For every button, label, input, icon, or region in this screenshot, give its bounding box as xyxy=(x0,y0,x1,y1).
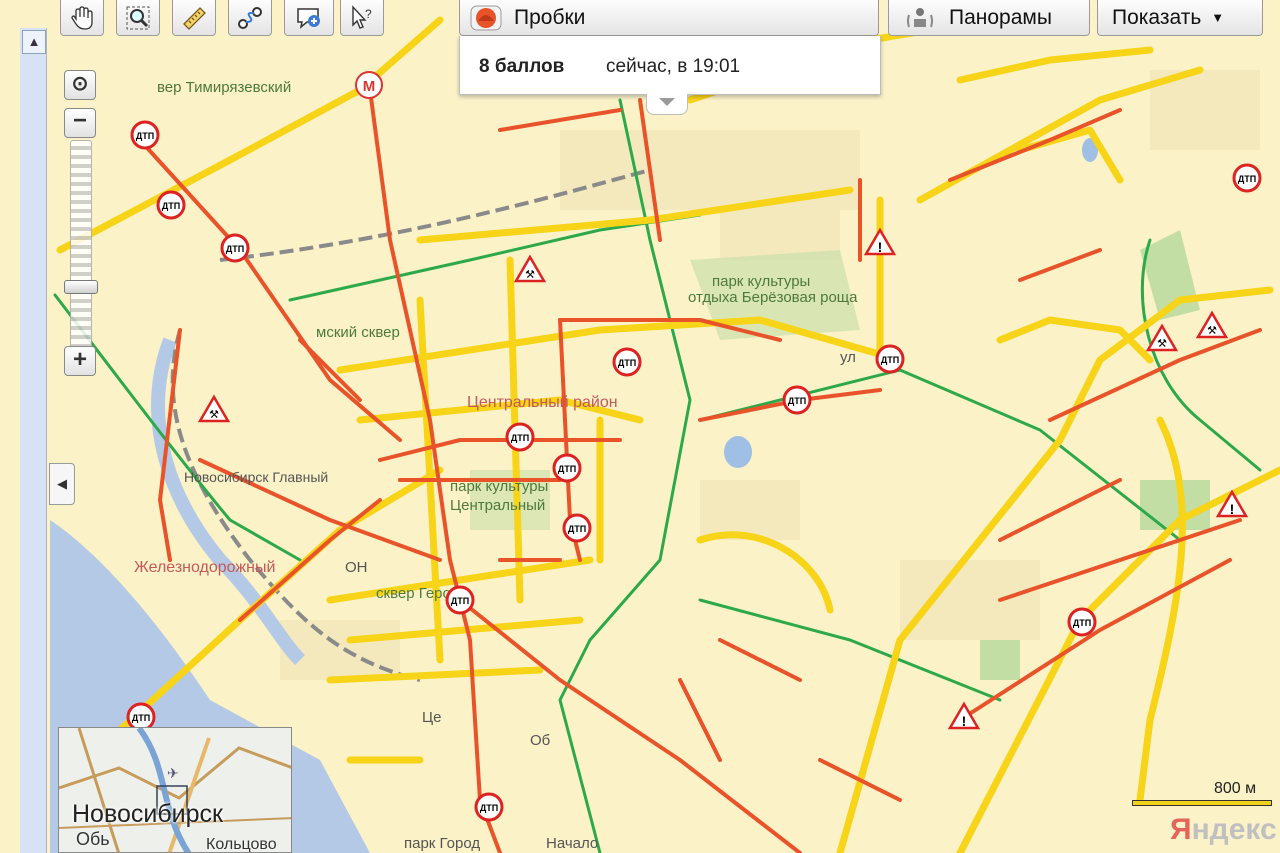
popup-expand-toggle[interactable] xyxy=(646,94,688,115)
svg-text:⚒: ⚒ xyxy=(1157,338,1167,350)
route-icon xyxy=(238,6,262,29)
yandex-logo[interactable]: Яндекс xyxy=(1170,813,1277,847)
scale-bar xyxy=(1132,800,1272,806)
metro-marker[interactable]: М xyxy=(355,71,383,99)
scale-label: 800 м xyxy=(1214,780,1257,797)
chevron-down-icon: ▼ xyxy=(1211,10,1225,25)
magnifier-icon xyxy=(126,6,150,29)
minus-icon: − xyxy=(72,107,87,134)
metro-letter: М xyxy=(363,78,376,95)
svg-text:⚒: ⚒ xyxy=(525,269,535,281)
left-scrollbar[interactable] xyxy=(20,28,47,853)
accident-label: ДТП xyxy=(480,803,498,813)
minimap-koltsovo-label: Кольцово xyxy=(206,836,277,853)
traffic-icon xyxy=(470,5,502,30)
hand-icon xyxy=(71,5,93,30)
cursor-help-icon: ? xyxy=(352,4,372,29)
zoom-in-button[interactable]: + xyxy=(64,346,96,376)
svg-text:!: ! xyxy=(962,713,967,729)
accident-marker[interactable]: ДТП xyxy=(130,120,160,150)
label-nachalo: Начало xyxy=(546,835,598,852)
help-tool-button[interactable]: ? xyxy=(340,0,384,36)
traffic-time: сейчас, в 19:01 xyxy=(606,56,741,77)
label-park-culture-2: парк культуры xyxy=(450,478,548,495)
label-central-district: Центральный район xyxy=(467,394,618,411)
accident-marker[interactable]: ДТП xyxy=(1067,607,1097,637)
accident-marker[interactable]: ДТП xyxy=(875,344,905,374)
add-object-tool-button[interactable] xyxy=(284,0,334,36)
accident-marker[interactable]: ДТП xyxy=(156,190,186,220)
label-zheleznodorozhny: Железнодорожный xyxy=(134,559,275,576)
label-sovetsky-square: мский сквер xyxy=(316,324,400,341)
label-park-kultury: парк культуры xyxy=(712,273,810,290)
accident-marker[interactable]: ДТП xyxy=(445,585,475,615)
show-label: Показать xyxy=(1112,5,1202,29)
zoom-out-button[interactable]: − xyxy=(64,108,96,138)
label-park-gorod: парк Город xyxy=(404,835,480,852)
accident-marker[interactable]: ДТП xyxy=(552,453,582,483)
label-central-park: Центральный xyxy=(450,497,545,514)
accident-marker[interactable]: ДТП xyxy=(612,347,642,377)
minimap-city-label: Новосибирск xyxy=(72,800,223,828)
accident-label: ДТП xyxy=(568,524,586,534)
accident-label: ДТП xyxy=(511,433,529,443)
collapse-panel-button[interactable]: ◀ xyxy=(49,463,75,505)
label-tsentr: Це xyxy=(422,709,441,726)
add-comment-icon xyxy=(297,7,320,29)
accident-label: ДТП xyxy=(788,396,806,406)
label-glavny-station: Новосибирск Главный xyxy=(184,469,328,485)
locate-button[interactable]: ⊙ xyxy=(64,70,96,100)
svg-text:⚒: ⚒ xyxy=(1207,325,1217,337)
zoom-slider-track[interactable] xyxy=(70,140,92,352)
panoramas-button[interactable]: Панорамы xyxy=(888,0,1090,36)
show-dropdown[interactable]: Показать ▼ xyxy=(1097,0,1263,36)
zoom-area-tool-button[interactable] xyxy=(116,0,160,36)
accident-marker[interactable]: ДТП xyxy=(505,422,535,452)
svg-text:✈: ✈ xyxy=(167,765,179,781)
label-park-bereza: отдыха Берёзовая роща xyxy=(688,289,858,306)
svg-text:?: ? xyxy=(365,7,372,21)
traffic-score: 8 баллов xyxy=(479,56,565,77)
accident-label: ДТП xyxy=(1073,618,1091,628)
overview-minimap[interactable]: ✈ Новосибирск Обь Кольцово xyxy=(58,727,292,853)
accident-label: ДТП xyxy=(136,131,154,141)
label-ul: ул xyxy=(840,349,856,366)
zoom-slider-handle[interactable] xyxy=(64,280,98,294)
svg-text:!: ! xyxy=(1230,501,1235,517)
accident-marker[interactable]: ДТП xyxy=(1232,163,1262,193)
route-tool-button[interactable] xyxy=(228,0,272,36)
accident-label: ДТП xyxy=(881,355,899,365)
hand-tool-button[interactable] xyxy=(60,0,104,36)
svg-text:⚒: ⚒ xyxy=(209,409,219,421)
accident-label: ДТП xyxy=(162,201,180,211)
panorama-icon xyxy=(907,7,933,27)
scroll-up-button[interactable]: ▲ xyxy=(22,30,46,54)
label-ob: Об xyxy=(530,732,550,749)
traffic-map[interactable]: вер Тимирязевский мский сквер Центральны… xyxy=(0,0,1280,853)
accident-label: ДТП xyxy=(618,358,636,368)
traffic-info-popup: 8 баллов сейчас, в 19:01 xyxy=(459,36,881,95)
label-timiryazevsky: вер Тимирязевский xyxy=(157,79,291,96)
accident-label: ДТП xyxy=(226,244,244,254)
panoramas-label: Панорамы xyxy=(949,5,1052,29)
accident-label: ДТП xyxy=(451,596,469,606)
svg-text:!: ! xyxy=(878,239,883,255)
accident-marker[interactable]: ДТП xyxy=(474,792,504,822)
label-on: ОН xyxy=(345,559,368,576)
lake xyxy=(724,436,752,468)
traffic-button[interactable]: Пробки xyxy=(459,0,879,36)
locate-icon: ⊙ xyxy=(71,73,89,95)
accident-label: ДТП xyxy=(1238,174,1256,184)
ruler-icon xyxy=(183,6,206,30)
plus-icon: + xyxy=(72,346,87,373)
ruler-tool-button[interactable] xyxy=(172,0,216,36)
accident-label: ДТП xyxy=(132,713,150,723)
accident-marker[interactable]: ДТП xyxy=(562,513,592,543)
minimap-ob-label: Обь xyxy=(76,829,110,849)
accident-label: ДТП xyxy=(558,464,576,474)
traffic-label: Пробки xyxy=(514,5,586,29)
accident-marker[interactable]: ДТП xyxy=(782,385,812,415)
accident-marker[interactable]: ДТП xyxy=(220,233,250,263)
